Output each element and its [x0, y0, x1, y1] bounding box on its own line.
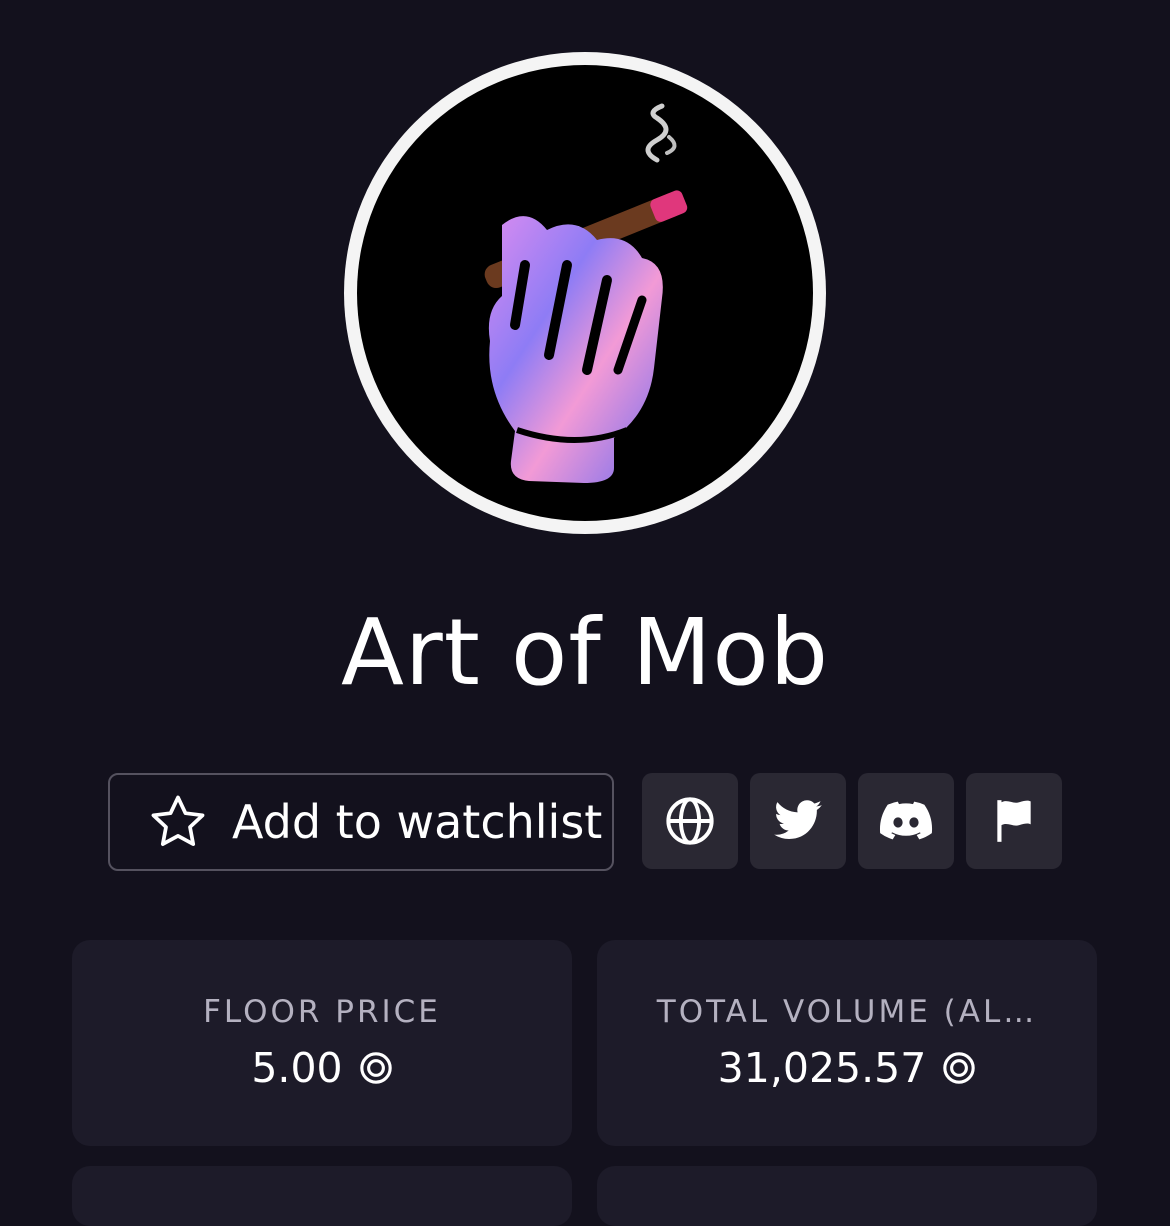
collection-avatar — [344, 52, 826, 534]
cigar-hand-logo — [357, 65, 813, 521]
stat-value-row: 5.00 — [72, 1044, 572, 1092]
discord-button[interactable] — [858, 773, 954, 869]
stat-card-partial — [72, 1166, 572, 1226]
stat-label: TOTAL VOLUME (AL… — [656, 994, 1038, 1030]
discord-icon — [877, 792, 935, 850]
report-button[interactable] — [966, 773, 1062, 869]
website-button[interactable] — [642, 773, 738, 869]
solana-coin-icon — [359, 1051, 393, 1085]
twitter-button[interactable] — [750, 773, 846, 869]
add-to-watchlist-button[interactable]: Add to watchlist — [108, 773, 614, 871]
stat-value: 31,025.57 — [717, 1044, 927, 1092]
stat-card-partial — [597, 1166, 1097, 1226]
watchlist-label: Add to watchlist — [232, 795, 603, 849]
flag-icon — [989, 796, 1039, 846]
stat-label: FLOOR PRICE — [203, 994, 441, 1030]
stat-value-row: 31,025.57 — [597, 1044, 1097, 1092]
total-volume-card: TOTAL VOLUME (AL… 31,025.57 — [597, 940, 1097, 1146]
twitter-icon — [772, 795, 824, 847]
star-icon — [146, 790, 210, 854]
stat-value: 5.00 — [251, 1044, 343, 1092]
globe-icon — [664, 795, 716, 847]
floor-price-card: FLOOR PRICE 5.00 — [72, 940, 572, 1146]
solana-coin-icon — [942, 1051, 976, 1085]
collection-title: Art of Mob — [340, 599, 830, 706]
